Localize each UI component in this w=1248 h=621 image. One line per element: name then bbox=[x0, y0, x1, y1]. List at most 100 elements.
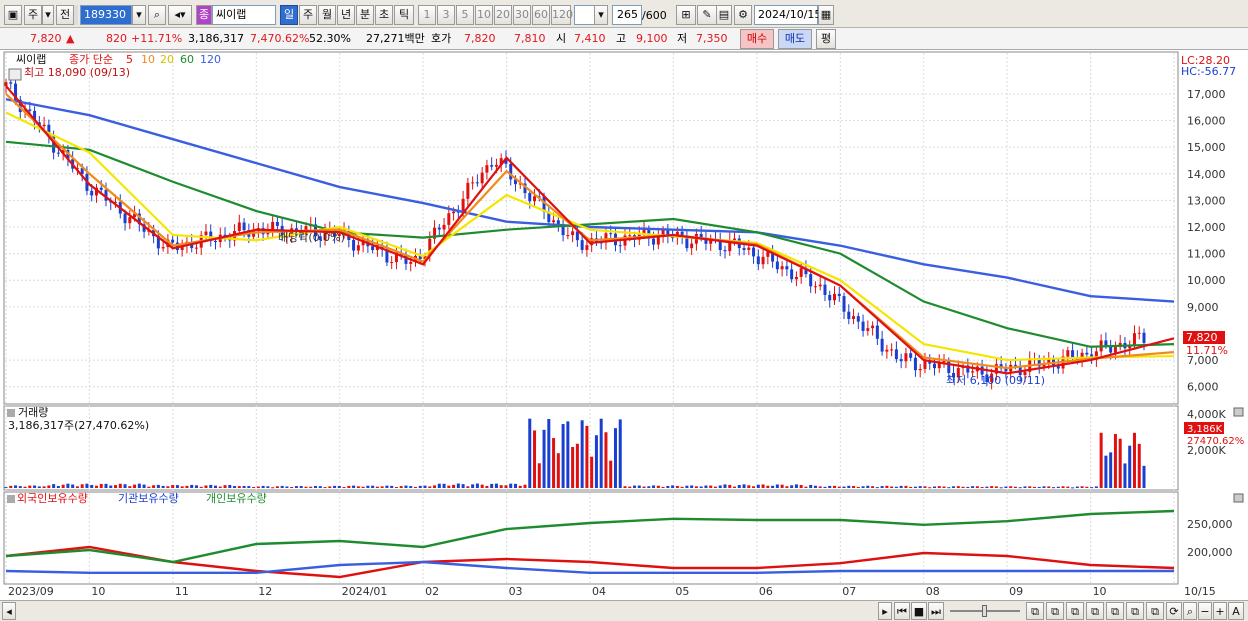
tab-minute[interactable]: 분 bbox=[356, 5, 374, 25]
volume-bar bbox=[380, 486, 384, 488]
calendar-icon[interactable]: ▦ bbox=[818, 5, 834, 25]
volume-bar bbox=[256, 486, 260, 488]
zoom-slider-handle[interactable] bbox=[982, 605, 987, 617]
volume-bar bbox=[694, 486, 698, 488]
gear-icon[interactable]: ⚙ bbox=[734, 5, 752, 25]
panel-title: 씨이랩 bbox=[16, 53, 46, 66]
save-icon[interactable]: ▤ bbox=[716, 5, 732, 25]
ma10-label: 10 bbox=[141, 53, 155, 66]
volume-bar bbox=[613, 428, 617, 488]
volume-bar bbox=[104, 483, 108, 488]
rewind-icon[interactable]: ⏮ bbox=[894, 602, 910, 620]
candle-body bbox=[9, 82, 13, 84]
search-icon[interactable]: ⌕ bbox=[148, 5, 166, 25]
volume-bar bbox=[318, 486, 322, 488]
volume-bar bbox=[313, 485, 317, 488]
layout-icon[interactable]: ⧉ bbox=[1026, 602, 1044, 620]
interval-120[interactable]: 120 bbox=[551, 5, 573, 25]
chevron-down-icon[interactable]: ▾ bbox=[132, 5, 146, 25]
tab-month[interactable]: 월 bbox=[318, 5, 336, 25]
eval-button[interactable]: 평 bbox=[816, 29, 836, 49]
volume-bar bbox=[804, 486, 808, 488]
layout-icon[interactable]: ⧉ bbox=[1126, 602, 1144, 620]
interval-20[interactable]: 20 bbox=[494, 5, 512, 25]
count-total: /600 bbox=[642, 9, 667, 22]
turnover-rate: 52.30% bbox=[309, 32, 351, 45]
draw-tool-icon[interactable]: ✎ bbox=[697, 5, 717, 25]
volume-bar bbox=[337, 486, 341, 488]
refresh-icon[interactable]: ⟳ bbox=[1166, 602, 1182, 620]
candle-body bbox=[794, 276, 798, 280]
panel-close-icon[interactable] bbox=[1233, 493, 1244, 503]
interval-5[interactable]: 5 bbox=[456, 5, 474, 25]
speaker-icon[interactable]: ◂▾ bbox=[168, 5, 192, 25]
window-icon[interactable]: ▣ bbox=[4, 5, 22, 25]
layout-icon[interactable]: ⧉ bbox=[1146, 602, 1164, 620]
volume-bar bbox=[480, 484, 484, 488]
tab-year[interactable]: 년 bbox=[337, 5, 355, 25]
interval-30[interactable]: 30 bbox=[513, 5, 531, 25]
stock-chart[interactable]: 17,000 16,000 15,000 14,000 13,000 12,000 11,0… bbox=[0, 50, 1248, 600]
volume-bar bbox=[494, 483, 498, 488]
volume-bar bbox=[561, 424, 565, 488]
scroll-right-icon[interactable]: ▸ bbox=[878, 602, 892, 620]
tab-week[interactable]: 주 bbox=[299, 5, 317, 25]
stop-icon[interactable]: ■ bbox=[911, 602, 927, 620]
layout-icon[interactable]: ⧉ bbox=[1086, 602, 1104, 620]
candle-body bbox=[871, 325, 875, 329]
volume-bar bbox=[61, 484, 65, 488]
zoom-in-icon[interactable]: + bbox=[1213, 602, 1227, 620]
tab-day[interactable]: 일 bbox=[280, 5, 298, 25]
hc-label: HC:-56.77 bbox=[1181, 65, 1236, 78]
crosshair-icon[interactable]: ⊞ bbox=[676, 5, 696, 25]
tab-second[interactable]: 초 bbox=[375, 5, 393, 25]
market-select[interactable]: 전 bbox=[56, 5, 74, 25]
stock-code-input[interactable]: 189330 bbox=[80, 5, 132, 25]
period-type-select[interactable]: 주 bbox=[24, 5, 42, 25]
candle-body bbox=[799, 268, 803, 277]
interval-1[interactable]: 1 bbox=[418, 5, 436, 25]
panel-menu-icon[interactable] bbox=[8, 68, 22, 81]
volume-bar bbox=[109, 485, 113, 488]
chart-area[interactable]: 17,000 16,000 15,000 14,000 13,000 12,000 11,0… bbox=[0, 50, 1248, 600]
volume-bar bbox=[1023, 486, 1027, 488]
count-input[interactable]: 265 bbox=[612, 5, 642, 25]
tab-tick[interactable]: 틱 bbox=[394, 5, 414, 25]
zoom-out-icon[interactable]: − bbox=[1198, 602, 1212, 620]
interval-60[interactable]: 60 bbox=[532, 5, 550, 25]
fast-forward-icon[interactable]: ⏭ bbox=[928, 602, 944, 620]
volume-bar bbox=[490, 483, 494, 488]
buy-button[interactable]: 매수 bbox=[740, 29, 774, 49]
layout-icon[interactable]: ⧉ bbox=[1066, 602, 1084, 620]
date-input[interactable]: 2024/10/15 bbox=[754, 5, 821, 25]
volume-bar bbox=[871, 486, 875, 488]
stock-name-field[interactable]: 씨이랩 bbox=[212, 5, 276, 25]
interval-10[interactable]: 10 bbox=[475, 5, 493, 25]
volume-bar bbox=[1004, 486, 1008, 488]
candle-body bbox=[856, 316, 860, 322]
volume-bar bbox=[404, 485, 408, 488]
sell-button[interactable]: 매도 bbox=[778, 29, 812, 49]
layout-icon[interactable]: ⧉ bbox=[1106, 602, 1124, 620]
chevron-down-icon[interactable]: ▾ bbox=[42, 5, 54, 25]
chevron-down-icon[interactable]: ▾ bbox=[594, 5, 608, 25]
current-price: 7,820 bbox=[30, 32, 62, 45]
panel-close-icon[interactable] bbox=[1233, 407, 1244, 417]
zoom-icon[interactable]: ⌕ bbox=[1183, 602, 1197, 620]
volume-bar bbox=[932, 486, 936, 488]
volume-bar bbox=[190, 484, 194, 488]
interval-3[interactable]: 3 bbox=[437, 5, 455, 25]
font-size-icon[interactable]: A bbox=[1228, 602, 1244, 620]
ma20-label: 20 bbox=[160, 53, 174, 66]
scroll-bar[interactable]: ◂ ▸ ⏮ ■ ⏭ ⧉ ⧉ ⧉ ⧉ ⧉ ⧉ ⧉ ⟳ ⌕ − + A bbox=[0, 600, 1248, 621]
volume-bar bbox=[1128, 445, 1132, 488]
layout-icon[interactable]: ⧉ bbox=[1046, 602, 1064, 620]
x-axis-label: 02 bbox=[425, 585, 439, 598]
volume-bar bbox=[1032, 486, 1036, 488]
price-tick-label: 10,000 bbox=[1187, 274, 1226, 287]
volume-bar bbox=[347, 485, 351, 488]
candle-body bbox=[828, 294, 832, 301]
volume-bar bbox=[1085, 486, 1089, 488]
toolbar: ▣ 주 ▾ 전 189330 ▾ ⌕ ◂▾ 종 씨이랩 일 주 월 년 분 초 … bbox=[0, 0, 1248, 28]
scroll-left-icon[interactable]: ◂ bbox=[2, 602, 16, 620]
